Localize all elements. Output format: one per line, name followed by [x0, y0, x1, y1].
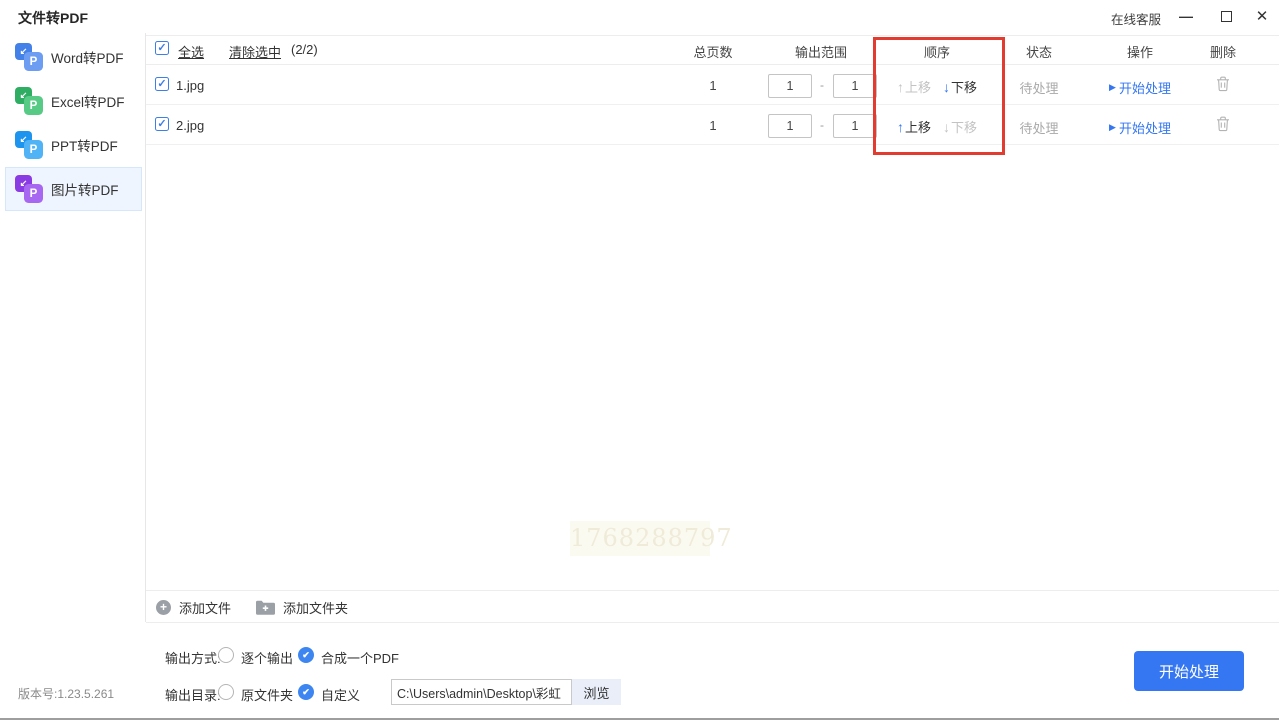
range-from-input[interactable] — [768, 114, 812, 138]
app-window: 文件转PDF 在线客服 — ✕ ↙ P Word转PDF ↙ P Excel转P… — [0, 0, 1279, 720]
sidebar-item-word-to-pdf[interactable]: ↙ P Word转PDF — [5, 35, 142, 79]
column-header-status: 状态 — [1025, 45, 1053, 60]
move-down-button[interactable]: ↓ 下移 — [943, 117, 977, 136]
output-dir-label: 输出目录: — [165, 688, 221, 703]
play-icon: ▶ — [1109, 122, 1116, 132]
maximize-button[interactable] — [1215, 5, 1237, 27]
excel-to-pdf-icon: ↙ P — [15, 87, 43, 115]
row-checkbox[interactable]: ✓ — [155, 77, 169, 91]
start-process-link[interactable]: ▶ 开始处理 — [1109, 118, 1171, 137]
close-button[interactable]: ✕ — [1251, 5, 1273, 27]
output-path-input[interactable] — [391, 679, 572, 705]
sidebar-item-label: Word转PDF — [51, 51, 124, 66]
column-header-action: 操作 — [1126, 45, 1154, 60]
radio-check-icon: ✔ — [302, 649, 310, 660]
page-count: 1 — [709, 118, 717, 133]
image-to-pdf-icon: ↙ P — [15, 175, 43, 203]
radio-original-folder[interactable] — [218, 684, 234, 700]
range-dash: - — [820, 78, 824, 92]
version-text: 版本号:1.23.5.261 — [18, 687, 115, 701]
sidebar-item-label: Excel转PDF — [51, 95, 125, 110]
sidebar-item-ppt-to-pdf[interactable]: ↙ P PPT转PDF — [5, 123, 142, 167]
radio-original-folder-label[interactable]: 原文件夹 — [241, 685, 293, 704]
page-count: 1 — [709, 78, 717, 93]
folder-plus-icon — [256, 600, 275, 615]
sidebar-item-label: 图片转PDF — [51, 183, 119, 198]
online-service-link[interactable]: 在线客服 — [1111, 9, 1161, 28]
range-from-input[interactable] — [768, 74, 812, 98]
table-row: ✓ 1.jpg 1 - ↑ 上移 ↓ 下移 待处理 ▶ 开始处理 — [146, 65, 1279, 105]
doc-front-shape: P — [24, 140, 43, 159]
move-up-button[interactable]: ↑ 上移 — [897, 77, 931, 96]
output-mode-label: 输出方式: — [165, 651, 221, 666]
range-to-input[interactable] — [833, 114, 877, 138]
radio-merge-pdf-label[interactable]: 合成一个PDF — [321, 648, 399, 667]
radio-merge-pdf[interactable]: ✔ — [298, 647, 314, 663]
move-down-button[interactable]: ↓ 下移 — [943, 77, 977, 96]
arrow-up-icon: ↑ — [896, 78, 904, 95]
arrow-down-icon: ↓ — [943, 118, 950, 135]
sidebar-item-image-to-pdf[interactable]: ↙ P 图片转PDF — [5, 167, 142, 211]
sidebar-item-excel-to-pdf[interactable]: ↙ P Excel转PDF — [5, 79, 142, 123]
minimize-icon: — — [1179, 8, 1193, 24]
status-text: 待处理 — [1019, 121, 1059, 136]
divider — [146, 35, 1279, 36]
word-to-pdf-icon: ↙ P — [15, 43, 43, 71]
radio-custom-dir[interactable]: ✔ — [298, 684, 314, 700]
doc-front-shape: P — [24, 184, 43, 203]
doc-front-shape: P — [24, 52, 43, 71]
radio-check-icon: ✔ — [302, 686, 310, 697]
plus-circle-icon: + — [156, 600, 171, 615]
browse-button[interactable]: 浏览 — [572, 679, 621, 705]
move-up-button[interactable]: ↑ 上移 — [897, 117, 931, 136]
add-folder-button[interactable]: 添加文件夹 — [256, 598, 348, 617]
status-text: 待处理 — [1019, 81, 1059, 96]
add-file-button[interactable]: + 添加文件 — [156, 598, 231, 617]
row-checkbox[interactable]: ✓ — [155, 117, 169, 131]
sidebar-item-label: PPT转PDF — [51, 139, 118, 154]
select-all-link[interactable]: 全选 — [178, 42, 204, 61]
radio-individual-output[interactable] — [218, 647, 234, 663]
radio-custom-dir-label[interactable]: 自定义 — [321, 685, 360, 704]
selected-count: (2/2) — [291, 42, 318, 57]
watermark-text: 1768288797 — [570, 521, 732, 556]
doc-front-shape: P — [24, 96, 43, 115]
range-to-input[interactable] — [833, 74, 877, 98]
column-header-range: 输出范围 — [794, 45, 848, 60]
start-process-link[interactable]: ▶ 开始处理 — [1109, 78, 1171, 97]
file-name: 2.jpg — [176, 118, 205, 133]
column-header-order: 顺序 — [923, 45, 951, 60]
table-row: ✓ 2.jpg 1 - ↑ 上移 ↓ 下移 待处理 ▶ 开始处理 — [146, 105, 1279, 145]
column-header-delete: 删除 — [1209, 45, 1237, 60]
clear-selected-link[interactable]: 清除选中 — [229, 42, 281, 61]
check-icon: ✓ — [157, 117, 167, 130]
column-header-pages: 总页数 — [693, 45, 733, 60]
close-icon: ✕ — [1255, 8, 1269, 25]
range-dash: - — [820, 118, 824, 132]
select-all-checkbox[interactable]: ✓ — [155, 41, 169, 55]
maximize-icon — [1220, 10, 1232, 22]
delete-trash-icon[interactable] — [1216, 116, 1230, 137]
play-icon: ▶ — [1109, 82, 1116, 92]
file-name: 1.jpg — [176, 78, 205, 93]
app-title: 文件转PDF — [18, 10, 88, 26]
delete-trash-icon[interactable] — [1216, 76, 1230, 97]
check-icon: ✓ — [157, 41, 167, 54]
radio-individual-output-label[interactable]: 逐个输出 — [241, 648, 293, 667]
arrow-down-icon: ↓ — [943, 78, 950, 95]
arrow-up-icon: ↑ — [896, 118, 904, 135]
divider — [146, 622, 1279, 623]
ppt-to-pdf-icon: ↙ P — [15, 131, 43, 159]
divider — [146, 590, 1279, 591]
start-processing-button[interactable]: 开始处理 — [1134, 651, 1244, 691]
check-icon: ✓ — [157, 77, 167, 90]
minimize-button[interactable]: — — [1175, 5, 1197, 27]
